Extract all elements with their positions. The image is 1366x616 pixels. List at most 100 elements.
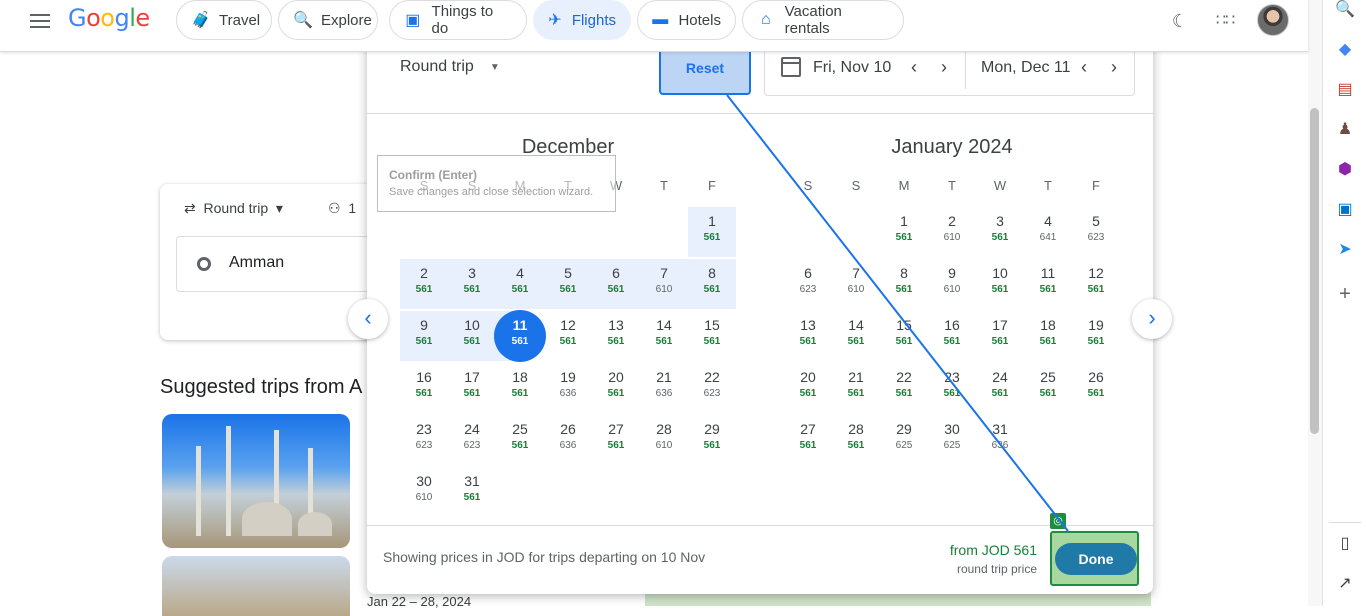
calendar-day[interactable]: 17 561: [976, 310, 1024, 362]
calendar-day[interactable]: 20 561: [592, 362, 640, 414]
calendar-day[interactable]: 31 636: [976, 414, 1024, 466]
calendar-day[interactable]: 17 561: [448, 362, 496, 414]
copilot-icon[interactable]: ⬢: [1335, 160, 1355, 180]
chess-icon[interactable]: ♟: [1335, 120, 1355, 140]
tab-travel[interactable]: 🧳 Travel: [176, 0, 272, 40]
tab-vacation-rentals[interactable]: ⌂ Vacation rentals: [742, 0, 904, 40]
calendar-day[interactable]: 6 623: [784, 258, 832, 310]
calendar-prev-button[interactable]: ‹: [348, 299, 388, 339]
calendar-day[interactable]: 31 561: [448, 466, 496, 518]
calendar-day[interactable]: 2 561: [400, 258, 448, 310]
calendar-day[interactable]: 30 610: [400, 466, 448, 518]
apps-grid-icon[interactable]: ∷∷: [1212, 8, 1238, 34]
map-preview[interactable]: [645, 592, 1151, 606]
calendar-day[interactable]: 16 561: [400, 362, 448, 414]
tab-things-to-do[interactable]: ▣ Things to do: [389, 0, 527, 40]
calendar-day[interactable]: 26 636: [544, 414, 592, 466]
calendar-day[interactable]: 11 561: [496, 310, 544, 362]
sidebar-toggle-icon[interactable]: ▯: [1335, 534, 1355, 554]
passengers-select[interactable]: ⚇ 1: [328, 200, 356, 217]
tab-flights[interactable]: ✈ Flights: [533, 0, 631, 40]
send-icon[interactable]: ➤: [1335, 240, 1355, 260]
dark-mode-icon[interactable]: ☾: [1167, 8, 1193, 34]
calendar-day[interactable]: 29 561: [688, 414, 736, 466]
calendar-day[interactable]: 30 625: [928, 414, 976, 466]
calendar-day[interactable]: 10 561: [976, 258, 1024, 310]
calendar-day[interactable]: 22 561: [880, 362, 928, 414]
calendar-day[interactable]: 5 561: [544, 258, 592, 310]
shopping-tag-icon[interactable]: ◆: [1335, 40, 1355, 60]
trip-type-select[interactable]: ⇄ Round trip ▾: [184, 200, 283, 217]
calendar-day[interactable]: 3 561: [448, 258, 496, 310]
calendar-day[interactable]: 29 625: [880, 414, 928, 466]
calendar-day[interactable]: 19 561: [1072, 310, 1120, 362]
calendar-day[interactable]: 28 561: [832, 414, 880, 466]
calendar-day[interactable]: 25 561: [496, 414, 544, 466]
calendar-day[interactable]: 5 623: [1072, 206, 1120, 258]
calendar-day[interactable]: 24 623: [448, 414, 496, 466]
calendar-day[interactable]: 4 561: [496, 258, 544, 310]
departure-next-chevron-icon[interactable]: ›: [941, 57, 947, 78]
calendar-day[interactable]: 16 561: [928, 310, 976, 362]
calendar-day[interactable]: 13 561: [784, 310, 832, 362]
departure-prev-chevron-icon[interactable]: ‹: [911, 57, 917, 78]
calendar-day[interactable]: 28 610: [640, 414, 688, 466]
calendar-day[interactable]: 24 561: [976, 362, 1024, 414]
london-image[interactable]: [162, 556, 350, 616]
calendar-day[interactable]: 25 561: [1024, 362, 1072, 414]
calendar-day[interactable]: 13 561: [592, 310, 640, 362]
calendar-day[interactable]: 15 561: [688, 310, 736, 362]
calendar-day[interactable]: 19 636: [544, 362, 592, 414]
return-next-chevron-icon[interactable]: ›: [1111, 57, 1117, 78]
calendar-day[interactable]: 1 561: [880, 206, 928, 258]
istanbul-image[interactable]: [162, 414, 350, 548]
add-icon[interactable]: +: [1335, 284, 1355, 304]
calendar-day[interactable]: 9 610: [928, 258, 976, 310]
return-prev-chevron-icon[interactable]: ‹: [1081, 57, 1087, 78]
scrollbar-thumb[interactable]: [1310, 108, 1319, 434]
calendar-day[interactable]: 12 561: [544, 310, 592, 362]
calendar-day[interactable]: 4 641: [1024, 206, 1072, 258]
departure-date[interactable]: Fri, Nov 10: [813, 59, 891, 77]
calendar-day[interactable]: 8 561: [688, 258, 736, 310]
calendar-day[interactable]: 10 561: [448, 310, 496, 362]
page-scrollbar[interactable]: [1308, 0, 1322, 606]
calendar-day[interactable]: 8 561: [880, 258, 928, 310]
calendar-day[interactable]: 20 561: [784, 362, 832, 414]
tab-hotels[interactable]: ▬ Hotels: [637, 0, 736, 40]
calendar-day[interactable]: 18 561: [1024, 310, 1072, 362]
calendar-day[interactable]: 21 561: [832, 362, 880, 414]
dialog-trip-type-select[interactable]: Round trip ▼: [400, 58, 500, 76]
calendar-day[interactable]: 18 561: [496, 362, 544, 414]
external-link-icon[interactable]: ↗: [1335, 574, 1355, 594]
calendar-day[interactable]: 27 561: [592, 414, 640, 466]
calendar-day[interactable]: 11 561: [1024, 258, 1072, 310]
google-logo[interactable]: Google: [68, 4, 150, 32]
briefcase-icon[interactable]: ▤: [1335, 80, 1355, 100]
calendar-day[interactable]: 27 561: [784, 414, 832, 466]
calendar-day[interactable]: 23 561: [928, 362, 976, 414]
calendar-day[interactable]: 1 561: [688, 206, 736, 258]
calendar-day[interactable]: 2 610: [928, 206, 976, 258]
menu-icon[interactable]: [28, 12, 52, 30]
calendar-day[interactable]: 7 610: [640, 258, 688, 310]
calendar-day[interactable]: 14 561: [640, 310, 688, 362]
return-date[interactable]: Mon, Dec 11: [981, 59, 1071, 77]
calendar-day[interactable]: 12 561: [1072, 258, 1120, 310]
calendar-day[interactable]: 7 610: [832, 258, 880, 310]
calendar-day[interactable]: 21 636: [640, 362, 688, 414]
calendar-day[interactable]: 6 561: [592, 258, 640, 310]
calendar-day[interactable]: 23 623: [400, 414, 448, 466]
tab-explore[interactable]: 🔍 Explore: [278, 0, 378, 40]
calendar-day[interactable]: 22 623: [688, 362, 736, 414]
outlook-icon[interactable]: ▣: [1335, 200, 1355, 220]
avatar[interactable]: [1257, 4, 1289, 36]
calendar-day[interactable]: 9 561: [400, 310, 448, 362]
calendar-day[interactable]: 15 561: [880, 310, 928, 362]
done-button[interactable]: Done: [1055, 543, 1137, 575]
calendar-day[interactable]: 26 561: [1072, 362, 1120, 414]
calendar-day[interactable]: 3 561: [976, 206, 1024, 258]
calendar-day[interactable]: 14 561: [832, 310, 880, 362]
calendar-next-button[interactable]: ›: [1132, 299, 1172, 339]
search-icon[interactable]: 🔍: [1335, 0, 1355, 20]
